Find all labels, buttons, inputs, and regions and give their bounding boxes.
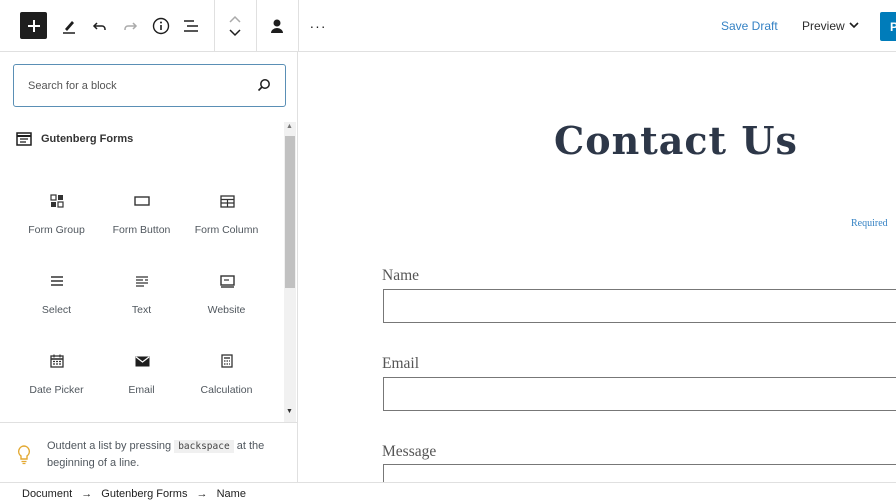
- editor-toolbar: ··· Save Draft Preview P: [0, 0, 896, 52]
- block-calculation[interactable]: Calculation: [184, 332, 269, 412]
- block-select[interactable]: Select: [14, 252, 99, 332]
- message-field[interactable]: [383, 464, 896, 482]
- block-text[interactable]: Text: [99, 252, 184, 332]
- toolbar-separator: [298, 0, 299, 52]
- scroll-down-arrow-icon[interactable]: ▼: [286, 408, 293, 415]
- block-form-column[interactable]: Form Column: [184, 172, 269, 252]
- tip-text-before: Outdent a list by pressing: [47, 440, 172, 452]
- block-label: Form Column: [194, 224, 259, 236]
- block-form-button[interactable]: Form Button: [99, 172, 184, 252]
- form-column-icon: [218, 192, 236, 210]
- breadcrumb-separator: →: [196, 488, 208, 500]
- breadcrumb-item-document[interactable]: Document: [22, 488, 72, 500]
- category-title: Gutenberg Forms: [41, 133, 134, 145]
- search-placeholder[interactable]: Search for a block: [28, 80, 117, 92]
- block-date-picker[interactable]: Date Picker: [14, 332, 99, 412]
- scroll-up-arrow-icon[interactable]: ▲: [286, 123, 293, 130]
- publish-label: P: [890, 20, 896, 34]
- page-title[interactable]: Contact Us: [554, 118, 798, 163]
- preview-button[interactable]: Preview: [802, 19, 845, 33]
- block-label: Text: [131, 304, 152, 316]
- keyboard-key: backspace: [174, 440, 234, 453]
- block-search-input[interactable]: Search for a block: [13, 64, 286, 107]
- block-inserter-panel: Search for a block Gutenberg Forms Form …: [0, 52, 298, 482]
- details-button[interactable]: [147, 10, 175, 42]
- chevron-down-icon[interactable]: [848, 20, 860, 30]
- block-label: Calculation: [200, 384, 253, 396]
- select-icon: [48, 272, 66, 290]
- undo-icon: [92, 22, 106, 30]
- tools-button[interactable]: [55, 10, 83, 42]
- block-email[interactable]: Email: [99, 332, 184, 412]
- block-type-button[interactable]: [263, 10, 291, 42]
- form-button-icon: [133, 192, 151, 210]
- block-label: Form Group: [28, 224, 85, 236]
- block-breadcrumb-bar: Document → Gutenberg Forms → Name: [0, 482, 896, 504]
- outline-button[interactable]: [177, 10, 205, 42]
- block-form-group[interactable]: Form Group: [14, 172, 99, 252]
- required-note: Required: [851, 218, 888, 229]
- website-icon: [218, 272, 236, 290]
- add-block-button[interactable]: [20, 12, 47, 39]
- redo-button[interactable]: [116, 10, 144, 42]
- chevron-down-icon[interactable]: [228, 28, 242, 38]
- editor-canvas[interactable]: Contact Us Required Name Email Message: [298, 52, 896, 482]
- form-category-icon: [16, 132, 32, 146]
- toolbar-separator: [214, 0, 215, 52]
- chevron-up-icon[interactable]: [228, 14, 242, 24]
- block-label: Website: [207, 304, 246, 316]
- block-label: Form Button: [112, 224, 171, 236]
- list-view-icon: [184, 20, 198, 32]
- more-icon: ···: [309, 18, 327, 34]
- name-field[interactable]: [383, 289, 896, 323]
- breadcrumb: Document → Gutenberg Forms → Name: [22, 488, 252, 500]
- move-block-buttons[interactable]: [221, 6, 249, 46]
- publish-button[interactable]: P: [880, 12, 896, 41]
- person-icon: [271, 19, 283, 33]
- breadcrumb-item-gutenberg-forms[interactable]: Gutenberg Forms: [101, 488, 187, 500]
- name-field-label[interactable]: Name: [382, 267, 419, 285]
- lightbulb-icon: [17, 445, 31, 465]
- message-field-label[interactable]: Message: [382, 443, 436, 461]
- email-field-label[interactable]: Email: [382, 355, 419, 373]
- calendar-icon: [48, 352, 66, 370]
- block-label: Date Picker: [29, 384, 84, 396]
- breadcrumb-separator: →: [81, 488, 93, 500]
- info-icon: [152, 17, 170, 35]
- more-options-button[interactable]: ···: [304, 10, 332, 42]
- envelope-icon: [133, 352, 151, 370]
- scrollbar-thumb[interactable]: [285, 136, 295, 288]
- plus-icon: [27, 19, 40, 32]
- undo-button[interactable]: [86, 10, 114, 42]
- email-field[interactable]: [383, 377, 896, 411]
- block-label: Select: [41, 304, 72, 316]
- pencil-icon: [63, 21, 75, 34]
- text-icon: [133, 272, 151, 290]
- breadcrumb-item-name[interactable]: Name: [217, 488, 246, 500]
- calculator-icon: [218, 352, 236, 370]
- redo-icon: [124, 22, 138, 30]
- tip-text: Outdent a list by pressing backspace at …: [47, 438, 287, 472]
- search-icon: [257, 79, 270, 92]
- save-draft-button[interactable]: Save Draft: [721, 19, 778, 33]
- block-website[interactable]: Website: [184, 252, 269, 332]
- toolbar-separator: [256, 0, 257, 52]
- inserter-tip: Outdent a list by pressing backspace at …: [0, 422, 297, 482]
- form-group-icon: [48, 192, 66, 210]
- block-label: Email: [128, 384, 155, 396]
